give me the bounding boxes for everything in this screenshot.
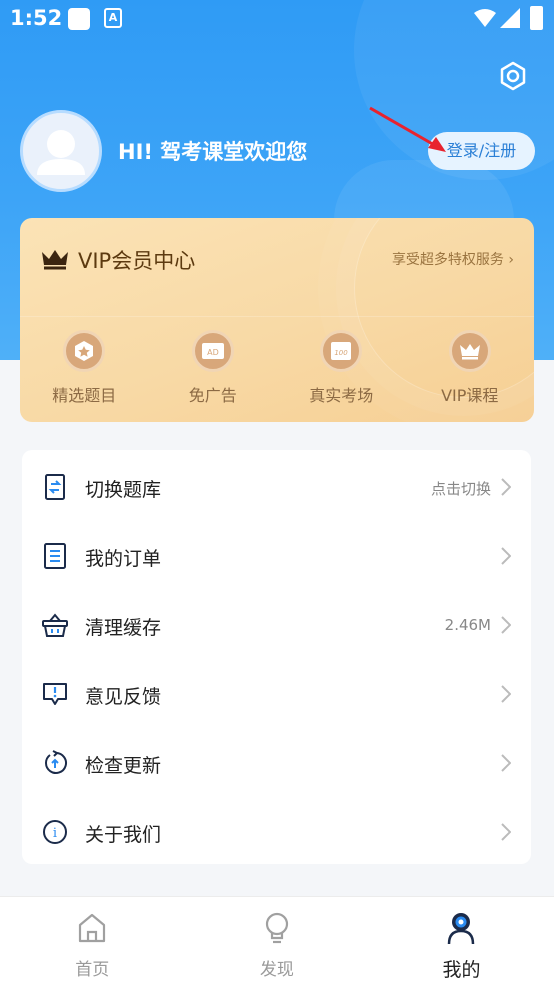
benefit-real-exam[interactable]: 100 真实考场	[277, 330, 406, 410]
vip-privileges-link[interactable]: 享受超多特权服务 ›	[392, 249, 514, 269]
menu-label: 清理缓存	[85, 617, 162, 639]
chevron-right-icon	[501, 616, 511, 634]
tab-discover[interactable]: 发现	[185, 897, 370, 984]
tab-mine[interactable]: 我的	[369, 897, 554, 984]
svg-text:AD: AD	[207, 348, 219, 357]
benefit-label: 真实考场	[309, 386, 374, 405]
user-eye-icon	[448, 913, 475, 945]
menu-item-switch-bank[interactable]: 切换题库 点击切换	[22, 452, 531, 521]
svg-text:100: 100	[335, 349, 349, 357]
tab-label: 我的	[442, 959, 481, 981]
menu-value: 2.46M	[444, 616, 491, 634]
chevron-right-icon	[501, 547, 511, 565]
benefit-label: 免广告	[188, 386, 237, 405]
tab-home[interactable]: 首页	[0, 897, 185, 984]
vip-divider	[20, 316, 534, 317]
order-icon	[44, 543, 66, 569]
menu-item-feedback[interactable]: 意见反馈	[22, 659, 531, 728]
menu-label: 关于我们	[85, 824, 162, 846]
crown-icon	[448, 330, 491, 372]
bottom-tab-bar: 首页 发现 我的	[0, 896, 554, 984]
menu-label: 意见反馈	[85, 686, 162, 708]
app-notification-icon: A	[104, 8, 122, 28]
chevron-right-icon	[501, 685, 511, 703]
chevron-right-icon	[501, 754, 511, 772]
benefit-no-ads[interactable]: AD 免广告	[149, 330, 278, 410]
chevron-right-icon: ›	[508, 252, 514, 268]
signal-icon	[500, 8, 520, 28]
ad-icon: AD	[191, 330, 234, 372]
exam-paper-icon: 100	[320, 330, 363, 372]
info-icon: i	[43, 820, 67, 844]
menu-value: 点击切换	[430, 480, 491, 498]
basket-icon	[42, 613, 68, 637]
notification-icon	[68, 8, 90, 30]
menu-item-my-orders[interactable]: 我的订单	[22, 521, 531, 590]
settings-menu: 切换题库 点击切换 我的订单 清理缓存 2.46M 意见反馈 检查更新 i 关于…	[22, 450, 531, 864]
tab-label: 首页	[75, 960, 110, 980]
benefit-selected-questions[interactable]: 精选题目	[20, 330, 149, 410]
vip-privileges-label: 享受超多特权服务	[391, 252, 504, 268]
chevron-right-icon	[501, 823, 511, 841]
tab-label: 发现	[259, 960, 294, 980]
menu-item-about-us[interactable]: i 关于我们	[22, 797, 531, 866]
vip-center-card[interactable]: VIP会员中心 享受超多特权服务 › 精选题目 AD 免广告 100 真实考场	[20, 218, 534, 422]
vip-benefits: 精选题目 AD 免广告 100 真实考场 VIP课程	[20, 330, 534, 410]
menu-label: 切换题库	[85, 479, 162, 501]
home-icon	[79, 913, 106, 943]
benefit-label: 精选题目	[52, 386, 117, 405]
chevron-right-icon	[501, 478, 511, 496]
menu-label: 检查更新	[85, 755, 162, 777]
menu-item-check-update[interactable]: 检查更新	[22, 728, 531, 797]
star-badge-icon	[63, 330, 106, 372]
svg-text:i: i	[53, 826, 57, 841]
benefit-label: VIP课程	[441, 386, 499, 405]
settings-icon[interactable]	[497, 60, 529, 92]
battery-icon	[530, 6, 543, 30]
crown-icon	[42, 250, 68, 270]
menu-item-clear-cache[interactable]: 清理缓存 2.46M	[22, 590, 531, 659]
benefit-vip-course[interactable]: VIP课程	[406, 330, 535, 410]
default-user-icon	[37, 130, 85, 175]
switch-bank-icon	[45, 474, 65, 500]
update-icon	[45, 750, 67, 774]
menu-label: 我的订单	[85, 548, 162, 570]
vip-center-title: VIP会员中心	[78, 249, 196, 273]
welcome-greeting: HI! 驾考课堂欢迎您	[118, 140, 308, 164]
status-time: 1:52	[10, 6, 63, 30]
status-bar: 1:52 A	[0, 0, 554, 38]
feedback-icon	[43, 683, 67, 705]
wifi-icon	[474, 9, 496, 27]
lightbulb-icon	[265, 912, 288, 944]
red-arrow-annotation	[369, 106, 446, 152]
avatar[interactable]	[20, 110, 102, 192]
